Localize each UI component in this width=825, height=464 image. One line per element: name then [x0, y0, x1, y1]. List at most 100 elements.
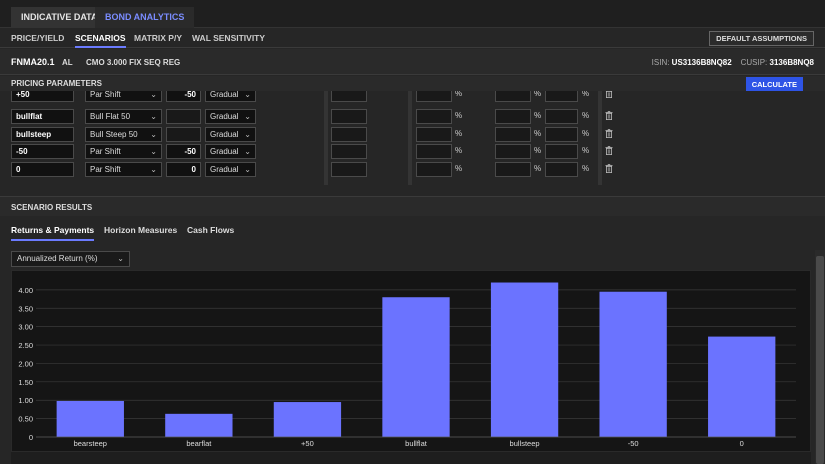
top-tab-bar: INDICATIVE DATA BOND ANALYTICS	[0, 0, 825, 28]
percent-input[interactable]	[416, 91, 452, 102]
shift-type-select[interactable]: Bull Steep 50 ⌄	[85, 127, 162, 142]
percent-input[interactable]	[545, 144, 578, 159]
chevron-down-icon: ⌄	[150, 112, 157, 121]
percent-sign: %	[582, 129, 590, 138]
tab-bond-analytics[interactable]: BOND ANALYTICS	[95, 7, 195, 28]
pricing-parameters-title: PRICING PARAMETERS	[11, 79, 102, 88]
metric-select[interactable]: Annualized Return (%) ⌄	[11, 251, 130, 267]
shift-type-value: Par Shift	[90, 91, 121, 99]
parameter-input[interactable]	[331, 144, 367, 159]
chevron-down-icon: ⌄	[150, 130, 157, 139]
ramp-mode-select[interactable]: Gradual ⌄	[205, 91, 256, 102]
percent-sign: %	[582, 164, 590, 173]
shift-type-select[interactable]: Par Shift ⌄	[85, 91, 162, 102]
trash-icon[interactable]	[605, 146, 613, 155]
percent-sign: %	[582, 111, 590, 120]
pricing-parameters-header: PRICING PARAMETERS	[0, 76, 825, 91]
shift-amount-input[interactable]	[166, 109, 201, 124]
bar[interactable]	[382, 297, 450, 437]
tab-horizon-measures[interactable]: Horizon Measures	[104, 225, 177, 235]
trash-icon[interactable]	[605, 164, 613, 173]
percent-input[interactable]	[545, 91, 578, 102]
parameter-input[interactable]	[331, 91, 367, 102]
instrument-bar: FNMA20.1 AL CMO 3.000 FIX SEQ REG ISIN: …	[0, 49, 825, 75]
returns-chart: 0 0.50 1.00 1.50 2.00 2.50 3.00 3.50 4.00 bearste…	[11, 270, 811, 452]
percent-sign: %	[534, 146, 542, 155]
parameter-input[interactable]	[331, 109, 367, 124]
percent-input[interactable]	[495, 91, 531, 102]
shift-type-select[interactable]: Par Shift ⌄	[85, 162, 162, 177]
percent-sign: %	[455, 129, 463, 138]
scrollbar-thumb[interactable]	[816, 256, 824, 464]
scenario-name-input[interactable]: +50	[11, 91, 74, 102]
ramp-mode-select[interactable]: Gradual ⌄	[205, 127, 256, 142]
chevron-down-icon: ⌄	[150, 91, 157, 99]
scenario-name-input[interactable]: bullsteep	[11, 127, 74, 142]
tab-indicative-data[interactable]: INDICATIVE DATA	[11, 7, 108, 28]
percent-input[interactable]	[416, 162, 452, 177]
scenario-results-header: SCENARIO RESULTS	[0, 196, 825, 216]
chevron-down-icon: ⌄	[244, 112, 251, 121]
shift-type-value: Par Shift	[90, 147, 121, 156]
scenario-row: +50 Par Shift ⌄ -50 Gradual ⌄%%%	[0, 91, 825, 103]
shift-amount-input[interactable]: -50	[166, 91, 201, 102]
x-tick-label: bearflat	[186, 439, 212, 448]
y-tick-label: 4.00	[18, 286, 33, 295]
percent-input[interactable]	[545, 127, 578, 142]
y-tick-label: 2.50	[18, 341, 33, 350]
shift-type-value: Bull Flat 50	[90, 112, 131, 121]
sub-tab-bar: PRICE/YIELD SCENARIOS MATRIX P/Y WAL SEN…	[0, 28, 825, 48]
trash-icon[interactable]	[605, 91, 613, 98]
shift-type-select[interactable]: Par Shift ⌄	[85, 144, 162, 159]
metric-select-value: Annualized Return (%)	[17, 254, 98, 263]
tab-cash-flows[interactable]: Cash Flows	[187, 225, 234, 235]
isin-value: US3136B8NQ82	[671, 58, 732, 67]
percent-input[interactable]	[495, 109, 531, 124]
shift-type-select[interactable]: Bull Flat 50 ⌄	[85, 109, 162, 124]
tab-returns-payments[interactable]: Returns & Payments	[11, 225, 95, 241]
bar[interactable]	[56, 400, 124, 437]
ramp-mode-select[interactable]: Gradual ⌄	[205, 144, 256, 159]
percent-sign: %	[582, 146, 590, 155]
parameter-input[interactable]	[331, 127, 367, 142]
scenario-row: 0 Par Shift ⌄ 0 Gradual ⌄%%%	[0, 162, 825, 178]
ramp-mode-value: Gradual	[210, 91, 239, 99]
chevron-down-icon: ⌄	[117, 254, 124, 263]
shift-amount-input[interactable]: 0	[166, 162, 201, 177]
tab-price-yield[interactable]: PRICE/YIELD	[11, 33, 64, 43]
shift-type-value: Bull Steep 50	[90, 130, 138, 139]
percent-input[interactable]	[416, 109, 452, 124]
tab-matrix-py[interactable]: MATRIX P/Y	[134, 33, 182, 43]
scenario-name-input[interactable]: -50	[11, 144, 74, 159]
bar[interactable]	[599, 291, 667, 437]
percent-input[interactable]	[545, 109, 578, 124]
ramp-mode-select[interactable]: Gradual ⌄	[205, 162, 256, 177]
percent-input[interactable]	[495, 127, 531, 142]
default-assumptions-button[interactable]: DEFAULT ASSUMPTIONS	[709, 31, 814, 46]
ramp-mode-select[interactable]: Gradual ⌄	[205, 109, 256, 124]
percent-input[interactable]	[545, 162, 578, 177]
trash-icon[interactable]	[605, 129, 613, 138]
bar[interactable]	[165, 413, 233, 437]
bar[interactable]	[708, 336, 776, 437]
trash-icon[interactable]	[605, 111, 613, 120]
percent-input[interactable]	[495, 144, 531, 159]
percent-sign: %	[455, 146, 463, 155]
percent-sign: %	[455, 91, 463, 98]
shift-amount-input[interactable]	[166, 127, 201, 142]
tab-wal-sensitivity[interactable]: WAL SENSITIVITY	[192, 33, 265, 43]
percent-input[interactable]	[495, 162, 531, 177]
percent-input[interactable]	[416, 127, 452, 142]
scenario-name-input[interactable]: bullflat	[11, 109, 74, 124]
ramp-mode-value: Gradual	[210, 130, 239, 139]
shift-amount-input[interactable]: -50	[166, 144, 201, 159]
scenario-name-input[interactable]: 0	[11, 162, 74, 177]
y-tick-label: 2.00	[18, 359, 33, 368]
tab-scenarios[interactable]: SCENARIOS	[75, 33, 126, 48]
bar[interactable]	[490, 282, 559, 437]
parameter-input[interactable]	[331, 162, 367, 177]
percent-input[interactable]	[416, 144, 452, 159]
bar[interactable]	[273, 402, 342, 437]
chevron-down-icon: ⌄	[244, 147, 251, 156]
x-tick-label: +50	[301, 439, 314, 448]
